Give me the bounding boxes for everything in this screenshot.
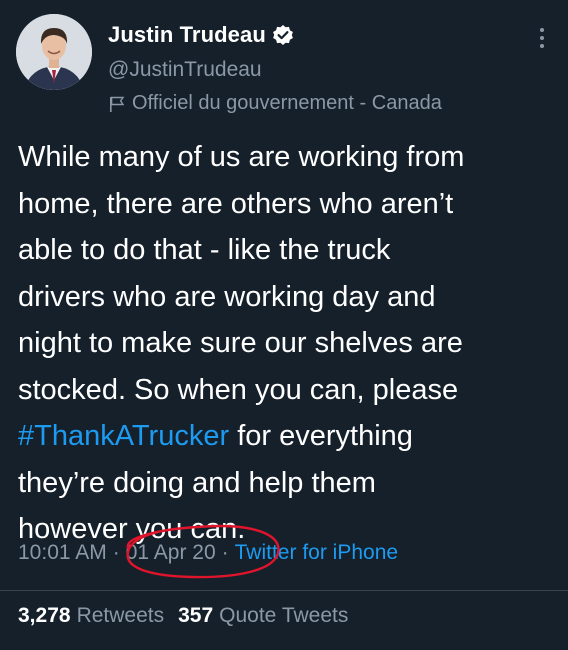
tweet-text-line: While many of us are working from bbox=[18, 141, 465, 173]
tweet-text-line: able to do that - like the truck bbox=[18, 234, 391, 266]
tweet-meta: 10:01 AM · 01 Apr 20 · Twitter for iPhon… bbox=[18, 541, 398, 565]
tweet-text-line: home, there are others who aren’t bbox=[18, 187, 454, 220]
tweet-text-line: drivers who are working day and bbox=[18, 280, 436, 313]
tweet-time[interactable]: 10:01 AM bbox=[18, 541, 107, 565]
retweets-stat[interactable]: 3,278 Retweets bbox=[18, 604, 164, 628]
divider bbox=[0, 590, 568, 591]
quote-tweets-count: 357 bbox=[178, 604, 214, 627]
tweet-text-line-with-hashtag: #ThankATrucker for everything bbox=[18, 413, 558, 460]
account-label: Officiel du gouvernement - Canada bbox=[108, 92, 442, 115]
author-handle[interactable]: @JustinTrudeau bbox=[108, 58, 262, 82]
quote-tweets-stat[interactable]: 357 Quote Tweets bbox=[178, 604, 348, 628]
hashtag-link[interactable]: #ThankATrucker bbox=[18, 420, 229, 452]
verified-badge-icon bbox=[272, 24, 294, 46]
more-options-icon[interactable] bbox=[530, 26, 554, 52]
tweet-text-line: they’re doing and help them bbox=[18, 466, 376, 499]
author-display-name[interactable]: Justin Trudeau bbox=[108, 22, 266, 48]
meta-separator: · bbox=[112, 541, 120, 564]
tweet-text-fragment: for everything bbox=[229, 420, 413, 452]
tweet-text-line: stocked. So when you can, please bbox=[18, 373, 459, 406]
tweet-text: While many of us are working from home, … bbox=[18, 134, 558, 553]
tweet-text-line: night to make sure our shelves are bbox=[18, 327, 463, 359]
retweets-label: Retweets bbox=[76, 604, 165, 627]
author-name-row: Justin Trudeau bbox=[108, 20, 294, 50]
quote-tweets-label: Quote Tweets bbox=[219, 604, 349, 627]
tweet-stats: 3,278 Retweets 357 Quote Tweets bbox=[18, 604, 348, 628]
avatar[interactable] bbox=[16, 14, 92, 90]
retweets-count: 3,278 bbox=[18, 604, 71, 627]
tweet-card: Justin Trudeau @JustinTrudeau Officiel d… bbox=[0, 0, 568, 650]
meta-separator: · bbox=[221, 541, 229, 564]
account-label-text[interactable]: Officiel du gouvernement - Canada bbox=[132, 92, 442, 115]
tweet-source-link[interactable]: Twitter for iPhone bbox=[235, 541, 398, 565]
tweet-date[interactable]: 01 Apr 20 bbox=[126, 541, 216, 565]
government-flag-icon bbox=[108, 95, 126, 113]
